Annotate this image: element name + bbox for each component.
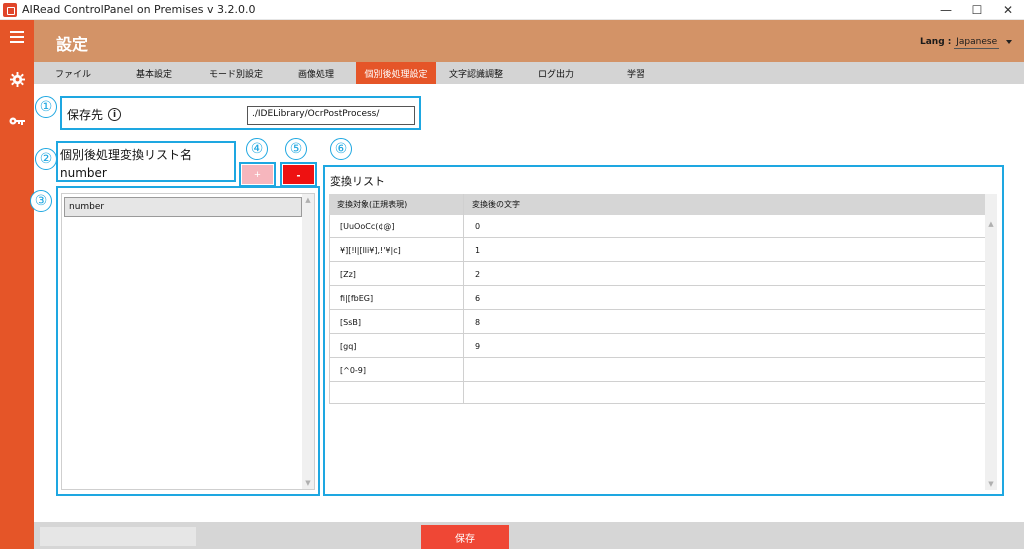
conversion-list-title: 変換リスト [330,175,385,188]
save-location-label: 保存先 [67,108,104,122]
tab-learning[interactable]: 学習 [596,62,676,84]
replacement-cell[interactable]: 1 [464,239,864,262]
pattern-cell[interactable]: ¥][!l|[lli¥],!'¥|c] [329,239,463,262]
pattern-cell[interactable]: [SsB] [329,311,463,334]
status-field [40,527,196,546]
callout-number-2: ② [35,148,57,170]
title-bar: AIRead ControlPanel on Premises v 3.2.0.… [0,0,1024,20]
language-selector[interactable]: Lang : Japanese [919,37,1012,49]
language-value[interactable]: Japanese [954,37,1000,49]
save-button[interactable]: 保存 [421,525,509,549]
table-row[interactable]: [^0-9] [329,359,986,382]
replacement-cell[interactable] [464,381,864,404]
replacement-cell[interactable] [464,359,864,382]
page-header: 設定 Lang : Japanese [34,20,1024,62]
grid-scrollbar[interactable]: ▲ ▼ [985,194,997,490]
column-separator [463,194,464,404]
remove-list-button[interactable]: - [283,165,314,184]
scroll-up-icon[interactable]: ▲ [985,218,997,230]
tab-post-processing[interactable]: 個別後処理設定 [356,62,436,84]
minimize-button[interactable]: — [930,0,962,20]
info-icon[interactable]: i [108,108,121,121]
table-row[interactable]: fi|[fbEG] 6 [329,287,986,310]
tab-image-processing[interactable]: 画像処理 [276,62,356,84]
close-button[interactable]: ✕ [992,0,1024,20]
add-list-button[interactable]: + [242,165,273,184]
pattern-cell[interactable]: [gq] [329,335,463,358]
table-row[interactable]: [SsB] 8 [329,311,986,334]
language-label: Lang : [919,37,952,47]
callout-number-4: ④ [246,138,268,160]
callout-number-5: ⑤ [285,138,307,160]
callout-number-6: ⑥ [330,138,352,160]
callout-number-3: ③ [30,190,52,212]
tab-file[interactable]: ファイル [34,62,112,84]
list-scrollbar[interactable]: ▲ ▼ [302,194,314,489]
replacement-cell[interactable]: 6 [464,287,864,310]
pattern-cell[interactable]: [Zz] [329,263,463,286]
list-name-value[interactable]: number [60,166,107,180]
replacement-cell[interactable]: 8 [464,311,864,334]
table-row[interactable]: [gq] 9 [329,335,986,358]
tab-mode-settings[interactable]: モード別設定 [196,62,276,84]
menu-icon[interactable] [0,22,34,52]
conversion-grid-header: 変換対象(正規表現) 変換後の文字 [329,194,986,215]
replacement-cell[interactable]: 2 [464,263,864,286]
pattern-cell[interactable]: fi|[fbEG] [329,287,463,310]
scroll-up-icon[interactable]: ▲ [302,194,314,206]
settings-tabs: ファイル 基本設定 モード別設定 画像処理 個別後処理設定 文字認識調整 ログ出… [34,62,1024,84]
table-row[interactable] [329,381,986,404]
scroll-down-icon[interactable]: ▼ [302,477,314,489]
scroll-down-icon[interactable]: ▼ [985,478,997,490]
conversion-list-names: number ▲ ▼ [61,193,315,490]
replacement-cell[interactable]: 0 [464,215,864,238]
callout-number-1: ① [35,96,57,118]
header-pattern[interactable]: 変換対象(正規表現) [329,194,463,215]
table-row[interactable]: [UuOoCc(¢@] 0 [329,215,986,238]
maximize-button[interactable]: ☐ [961,0,993,20]
tab-character-recognition[interactable]: 文字認識調整 [436,62,516,84]
sidebar [0,20,34,549]
tab-log-output[interactable]: ログ出力 [516,62,596,84]
pattern-cell[interactable]: [UuOoCc(¢@] [329,215,463,238]
list-name-label: 個別後処理変換リスト名 [60,148,193,162]
tab-basic-settings[interactable]: 基本設定 [112,62,196,84]
page-title: 設定 [56,35,89,54]
key-icon[interactable] [0,106,34,136]
header-replacement[interactable]: 変換後の文字 [464,194,664,215]
pattern-cell[interactable] [329,381,463,404]
table-row[interactable]: ¥][!l|[lli¥],!'¥|c] 1 [329,239,986,262]
app-logo-icon [3,3,17,17]
pattern-cell[interactable]: [^0-9] [329,359,463,382]
save-location-input[interactable]: ./IDELibrary/OcrPostProcess/ [247,106,415,125]
gear-icon[interactable] [0,64,34,94]
chevron-down-icon[interactable] [1006,39,1012,44]
replacement-cell[interactable]: 9 [464,335,864,358]
window-title: AIRead ControlPanel on Premises v 3.2.0.… [22,3,256,16]
list-item[interactable]: number [64,197,302,217]
table-row[interactable]: [Zz] 2 [329,263,986,286]
